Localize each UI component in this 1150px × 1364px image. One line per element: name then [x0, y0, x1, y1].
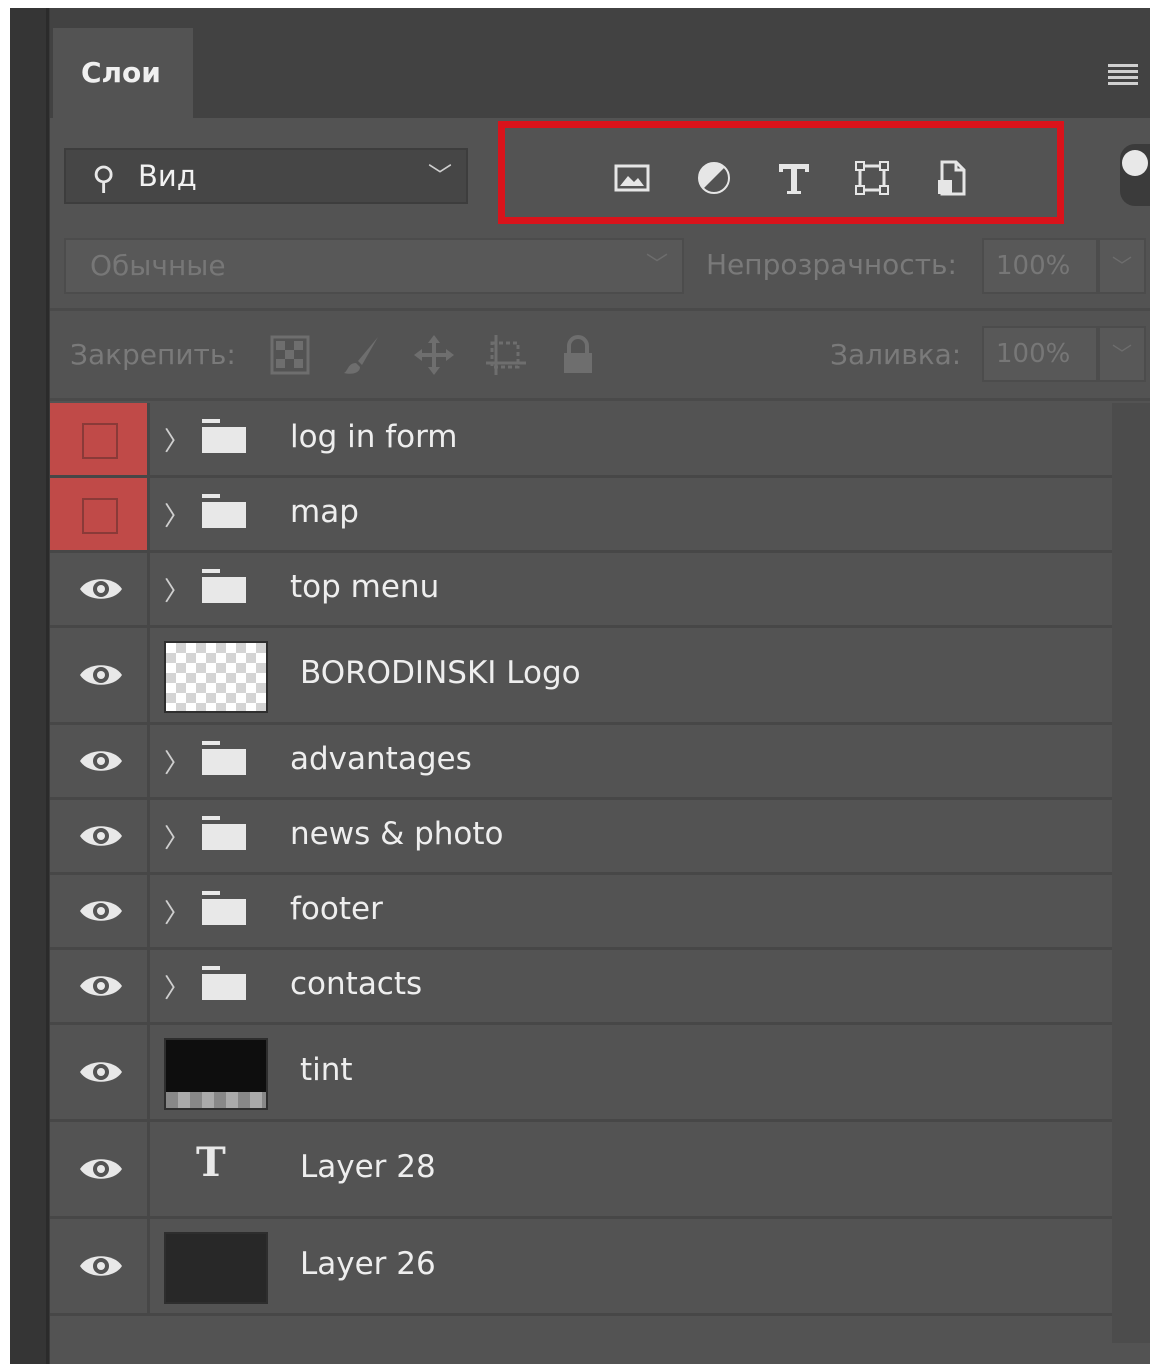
layer-name[interactable]: BORODINSKI Logo	[300, 655, 581, 691]
layer-thumbnail	[164, 1231, 268, 1304]
eye-icon	[78, 574, 124, 604]
folder-icon	[200, 492, 248, 530]
filter-kind-select[interactable]: ⚲ Вид ﹀	[64, 148, 468, 204]
layer-name[interactable]: tint	[300, 1052, 353, 1088]
lock-label: Закрепить:	[70, 338, 236, 371]
tab-layers[interactable]: Слои	[53, 28, 193, 118]
blend-mode-value: Обычные	[90, 249, 226, 282]
layer-row[interactable]: 〉 advantages	[50, 725, 1112, 800]
visibility-toggle[interactable]	[50, 1025, 150, 1119]
eye-icon	[78, 1251, 124, 1281]
layer-name[interactable]: footer	[290, 891, 383, 927]
layer-row[interactable]: BORODINSKI Logo	[50, 628, 1112, 725]
filter-kind-value: Вид	[138, 159, 197, 193]
panel-tab-bar: Слои	[50, 8, 1150, 118]
layer-row[interactable]: 〉 log in form	[50, 403, 1112, 478]
filter-icons-highlight	[498, 121, 1064, 224]
visibility-toggle[interactable]	[50, 403, 150, 475]
search-icon: ⚲	[92, 159, 116, 197]
visibility-toggle[interactable]	[50, 628, 150, 722]
visibility-toggle[interactable]	[50, 478, 150, 550]
filter-toggle-switch[interactable]	[1120, 144, 1150, 206]
visibility-toggle[interactable]	[50, 875, 150, 947]
expand-arrow-icon[interactable]: 〉	[164, 496, 190, 533]
layer-name[interactable]: Layer 26	[300, 1246, 436, 1282]
text-layer-icon: T	[196, 1138, 226, 1186]
folder-icon	[200, 417, 248, 455]
layer-row[interactable]: tint	[50, 1025, 1112, 1122]
lock-transparent-pixels-icon[interactable]	[268, 333, 312, 377]
visibility-toggle[interactable]	[50, 1122, 150, 1216]
eye-icon	[78, 660, 124, 690]
chevron-down-icon: ﹀	[428, 162, 452, 190]
hidden-checkbox-icon	[82, 497, 118, 534]
opacity-input[interactable]: 100%	[982, 238, 1098, 294]
expand-arrow-icon[interactable]: 〉	[164, 571, 190, 608]
left-dock-strip	[10, 8, 49, 1364]
layers-panel: Слои ⚲ Вид ﹀ Обычные ﹀ Непрозрачность: 1…	[50, 8, 1150, 1364]
eye-icon	[78, 971, 124, 1001]
expand-arrow-icon[interactable]: 〉	[164, 421, 190, 458]
layer-thumbnail	[164, 1037, 268, 1110]
folder-icon	[200, 567, 248, 605]
fill-label: Заливка:	[830, 338, 962, 371]
fill-input[interactable]: 100%	[982, 326, 1098, 382]
lock-image-pixels-icon[interactable]	[340, 333, 384, 377]
lock-artboard-icon[interactable]	[484, 333, 528, 377]
chevron-down-icon: ﹀	[645, 253, 668, 278]
eye-icon	[78, 821, 124, 851]
folder-icon	[200, 889, 248, 927]
layer-row[interactable]: 〉 map	[50, 478, 1112, 553]
layer-row[interactable]: 〉 top menu	[50, 553, 1112, 628]
panel-menu-icon[interactable]	[1108, 64, 1138, 88]
visibility-toggle[interactable]	[50, 725, 150, 797]
layers-scrollbar[interactable]	[1112, 403, 1150, 1343]
lock-all-icon[interactable]	[556, 333, 600, 377]
expand-arrow-icon[interactable]: 〉	[164, 893, 190, 930]
layer-row[interactable]: 〉 contacts	[50, 950, 1112, 1025]
expand-arrow-icon[interactable]: 〉	[164, 968, 190, 1005]
layer-row[interactable]: Layer 26	[50, 1219, 1112, 1316]
toggle-knob	[1122, 150, 1148, 176]
layer-name[interactable]: advantages	[290, 741, 472, 777]
hidden-checkbox-icon	[82, 422, 118, 459]
layer-name[interactable]: log in form	[290, 419, 458, 455]
folder-icon	[200, 814, 248, 852]
layer-name[interactable]: Layer 28	[300, 1149, 436, 1185]
opacity-label: Непрозрачность:	[706, 248, 957, 281]
visibility-toggle[interactable]	[50, 800, 150, 872]
layer-name[interactable]: news & photo	[290, 816, 504, 852]
expand-arrow-icon[interactable]: 〉	[164, 743, 190, 780]
visibility-toggle[interactable]	[50, 950, 150, 1022]
transparency-band	[166, 1091, 266, 1108]
eye-icon	[78, 1057, 124, 1087]
visibility-toggle[interactable]	[50, 1219, 150, 1313]
layer-row[interactable]: T Layer 28	[50, 1122, 1112, 1219]
eye-icon	[78, 1154, 124, 1184]
divider	[50, 308, 1150, 311]
layer-name[interactable]: top menu	[290, 569, 439, 605]
blend-mode-select[interactable]: Обычные ﹀	[64, 238, 684, 294]
visibility-toggle[interactable]	[50, 553, 150, 625]
layer-row[interactable]: 〉 news & photo	[50, 800, 1112, 875]
eye-icon	[78, 746, 124, 776]
folder-icon	[200, 739, 248, 777]
folder-icon	[200, 964, 248, 1002]
layer-thumbnail	[164, 640, 268, 713]
divider	[50, 398, 1150, 401]
layer-name[interactable]: contacts	[290, 966, 422, 1002]
layer-name[interactable]: map	[290, 494, 359, 530]
expand-arrow-icon[interactable]: 〉	[164, 818, 190, 855]
opacity-dropdown-button[interactable]: ﹀	[1098, 238, 1146, 294]
layer-row[interactable]: 〉 footer	[50, 875, 1112, 950]
fill-dropdown-button[interactable]: ﹀	[1098, 326, 1146, 382]
lock-position-icon[interactable]	[412, 333, 456, 377]
eye-icon	[78, 896, 124, 926]
